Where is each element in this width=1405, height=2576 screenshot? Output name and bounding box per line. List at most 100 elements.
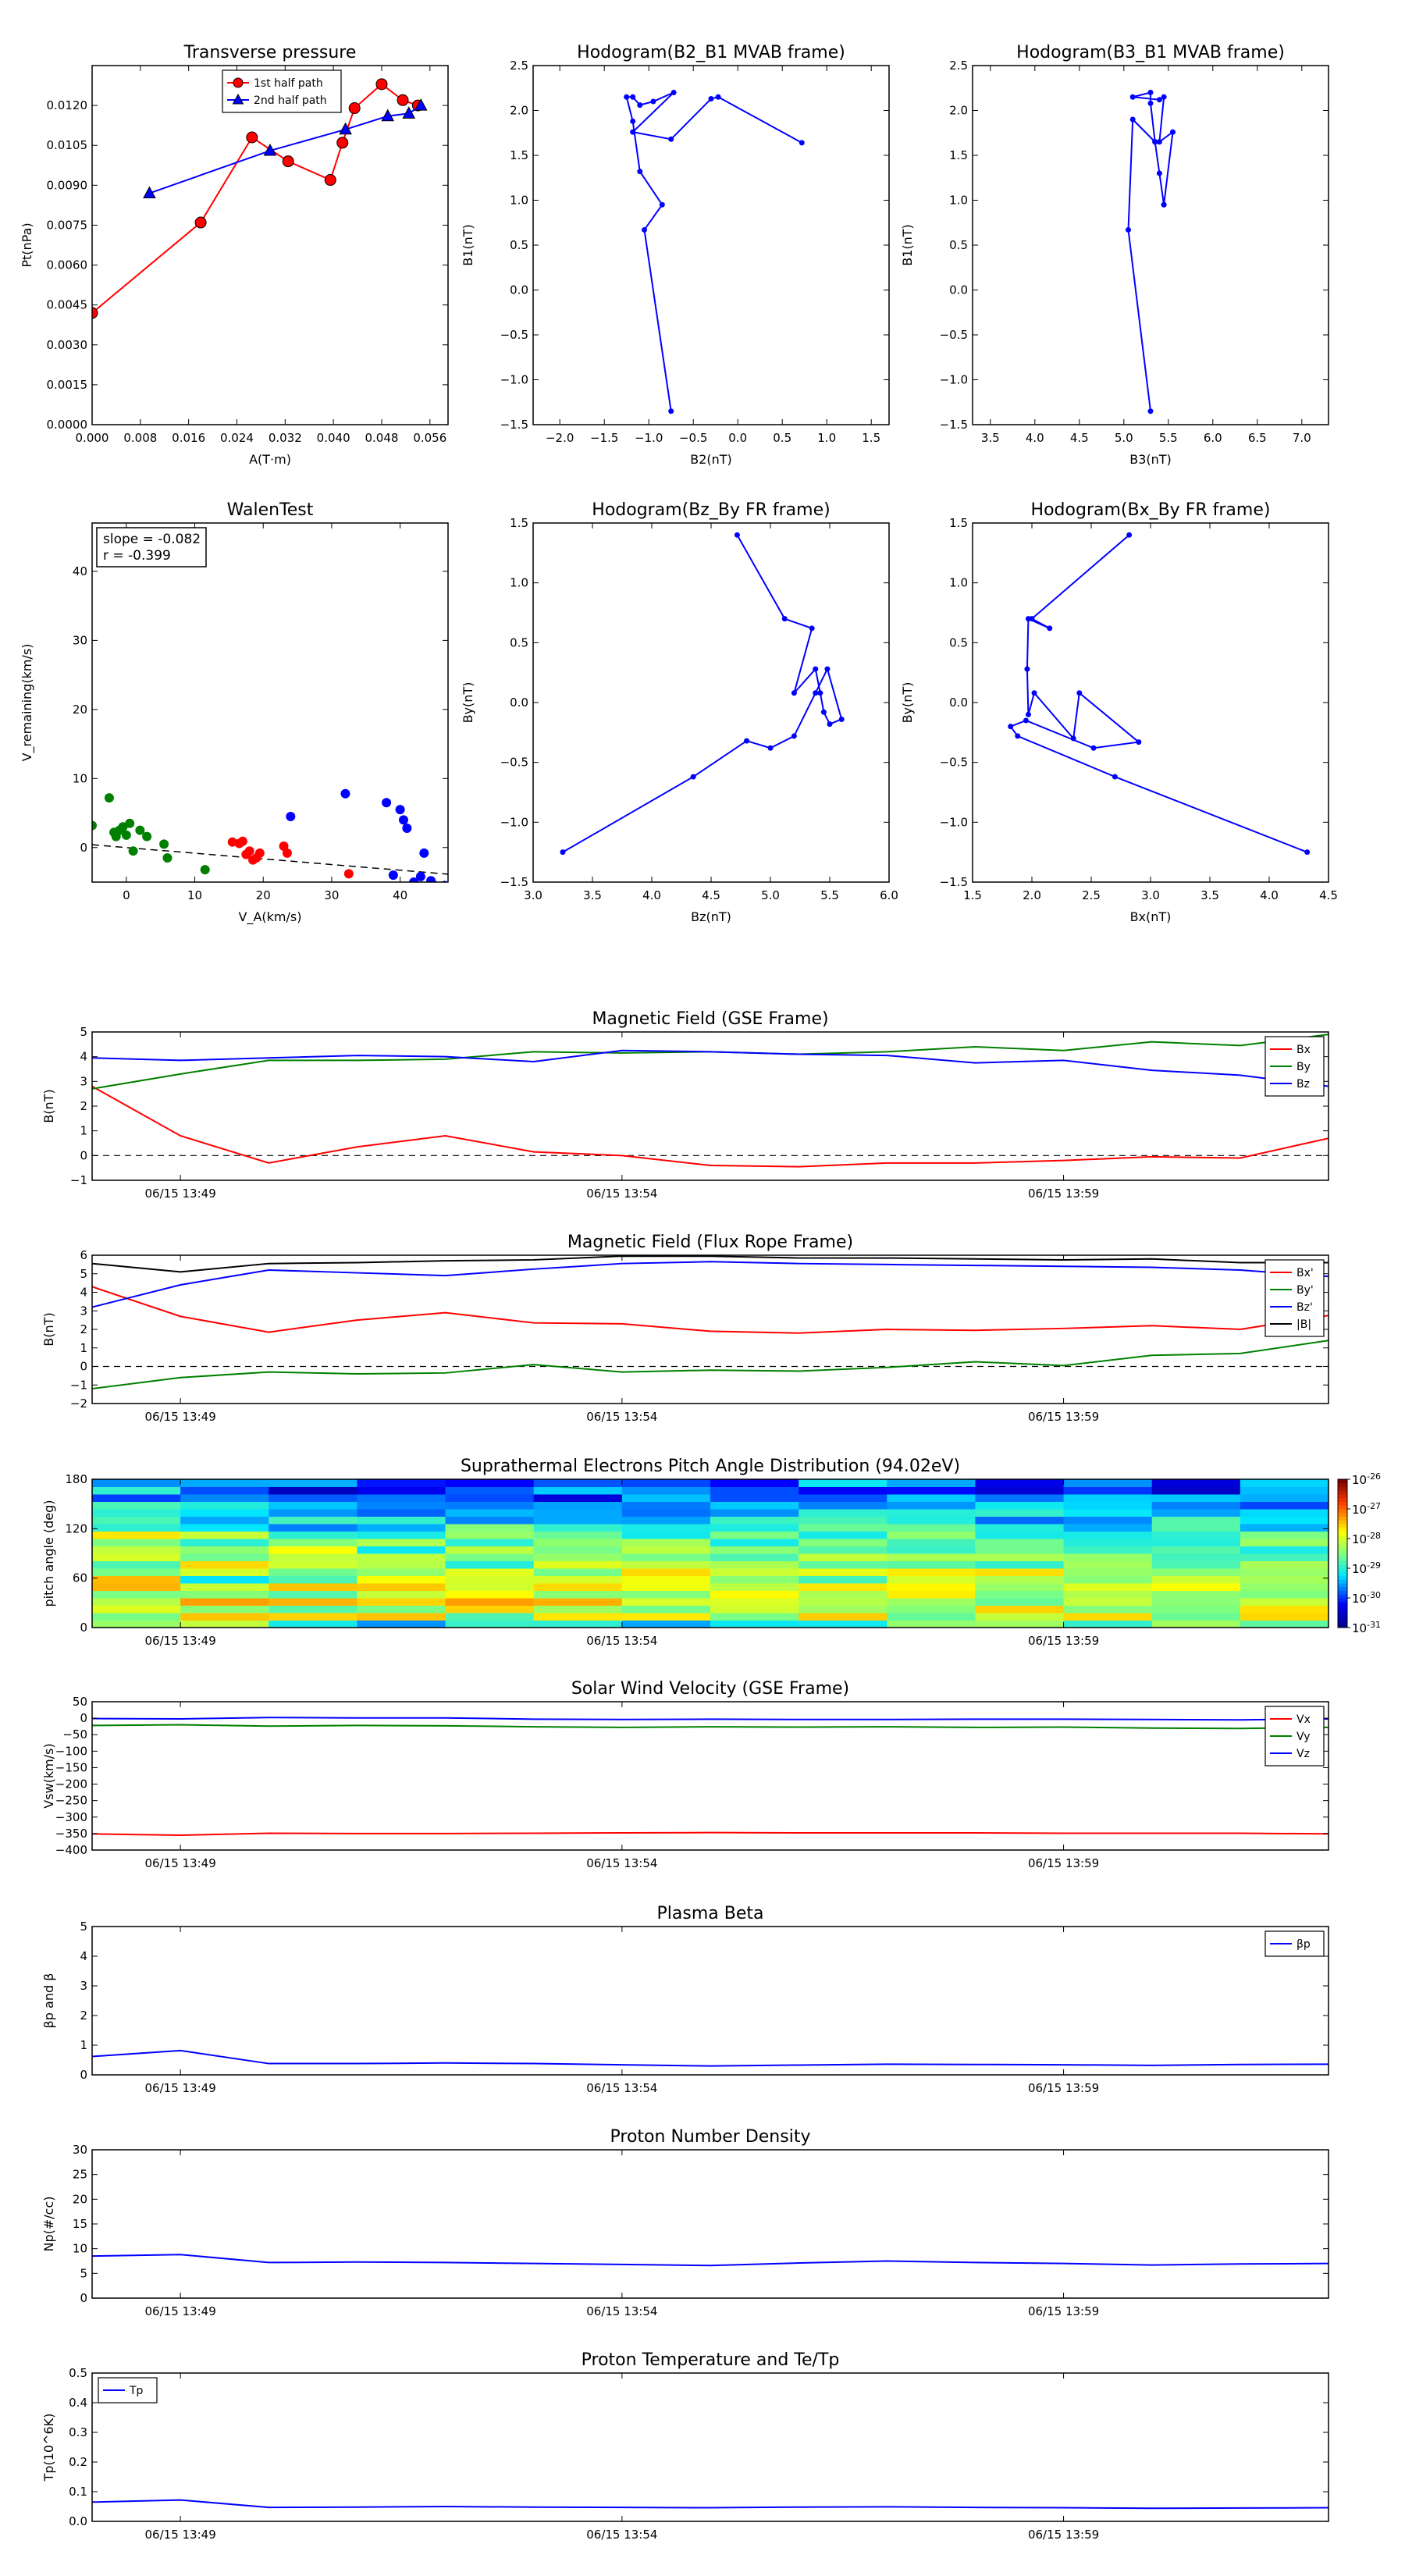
heatmap-cell (357, 1613, 446, 1621)
colorbar-tick-label: 10-28 (1352, 1531, 1381, 1546)
y-tick-label: 3 (80, 1979, 87, 1993)
heatmap-cell (975, 1553, 1065, 1561)
chart-hzy: 3.0 3.5 4.0 4.5 5.0 5.5 6.0 −1.5 −1.0 −0.5 0.0 0.5 1… (461, 500, 898, 924)
heatmap-cell (710, 1494, 799, 1502)
heatmap-cell (975, 1613, 1065, 1621)
x-tick-label: 40 (393, 888, 407, 902)
colorbar-segment (1338, 1620, 1347, 1624)
heatmap-cell (92, 1479, 181, 1487)
x-axis-label: B2(nT) (690, 452, 732, 467)
heatmap-cell (1240, 1605, 1329, 1614)
scatter-point (415, 871, 425, 881)
y-tick-label: 50 (73, 1695, 87, 1709)
heatmap-cell (710, 1479, 799, 1487)
data-point (767, 745, 774, 751)
y-tick-label: −1.0 (940, 815, 968, 829)
x-tick-label: 0.032 (269, 431, 302, 445)
heatmap-cell (799, 1524, 887, 1532)
y-axis-label: B1(nT) (900, 224, 915, 266)
data-point (813, 666, 819, 672)
heatmap-cell (180, 1605, 269, 1614)
y-tick-label: 1 (80, 2038, 87, 2052)
data-point (246, 131, 258, 144)
heatmap-cell (975, 1494, 1065, 1502)
heatmap-cell (445, 1531, 535, 1539)
chart-hxy: 1.5 2.0 2.5 3.0 3.5 4.0 4.5 −1.5 −1.0 −0.5 0.0 0.5 1… (900, 500, 1338, 924)
heatmap-cell (92, 1486, 181, 1495)
legend-label: βp (1297, 1938, 1311, 1951)
heatmap-cell (92, 1539, 181, 1546)
x-tick-label: 3.5 (583, 888, 602, 902)
heatmap-cell (357, 1531, 446, 1539)
y-axis-label: Pt(nPa) (20, 222, 34, 267)
y-tick-label: 0.0 (510, 696, 528, 710)
heatmap-cell (621, 1605, 711, 1614)
colorbar-segment (1338, 1531, 1347, 1535)
heatmap-cell (799, 1605, 887, 1614)
heatmap-cell (1063, 1590, 1153, 1599)
heatmap-cell (799, 1546, 887, 1554)
heatmap-cell (621, 1560, 711, 1569)
heatmap-cell (1063, 1531, 1153, 1539)
x-tick-label: 30 (324, 888, 339, 902)
colorbar-segment (1338, 1535, 1347, 1539)
series-Bx- (92, 1286, 1329, 1334)
heatmap-cell (621, 1516, 711, 1525)
heatmap-cell (92, 1509, 181, 1517)
heatmap-cell (1151, 1575, 1241, 1584)
data-point (1304, 849, 1311, 856)
y-tick-label: 0 (80, 1148, 87, 1162)
y-axis-label: pitch angle (deg) (41, 1500, 56, 1606)
heatmap-cell (1063, 1509, 1153, 1517)
chart-mag_fr: 06/15 13:49 06/15 13:54 06/15 13:59 −2 −1 0 1 2… (41, 1233, 1329, 1424)
y-tick-label: −400 (55, 1843, 87, 1857)
series-line (149, 105, 422, 194)
data-point (1025, 711, 1031, 717)
heatmap-cell (533, 1486, 623, 1495)
heatmap-cell (621, 1590, 711, 1599)
heatmap-cell (1240, 1613, 1329, 1621)
colorbar-segment (1338, 1501, 1347, 1506)
x-tick-label: −1.0 (635, 431, 663, 445)
heatmap-cell (357, 1494, 446, 1502)
heatmap-cell (92, 1613, 181, 1621)
y-tick-label: 4 (80, 1050, 87, 1064)
series-0 (92, 793, 210, 875)
data-point (668, 408, 674, 415)
colorbar-segment (1338, 1479, 1347, 1484)
data-point (1024, 666, 1030, 672)
plot-frame (972, 522, 1329, 883)
x-tick-label: 4.5 (702, 888, 720, 902)
data-point (824, 666, 831, 672)
series-Vy (92, 1724, 1329, 1730)
heatmap-cell (533, 1501, 623, 1510)
series-line (92, 1049, 1329, 1087)
heatmap-cell (975, 1568, 1065, 1576)
x-tick-label: 0.040 (317, 431, 350, 445)
heatmap-cell (621, 1575, 711, 1584)
colorbar-segment (1338, 1579, 1347, 1584)
x-tick-label: 06/15 13:49 (145, 2304, 216, 2318)
heatmap-cell (533, 1583, 623, 1591)
heatmap-cell (1063, 1546, 1153, 1554)
heatmap-cell (1240, 1516, 1329, 1525)
y-tick-label: 40 (73, 564, 87, 578)
heatmap-cell (1240, 1553, 1329, 1561)
heatmap-cell (975, 1546, 1065, 1554)
heatmap-cell (975, 1539, 1065, 1546)
heatmap-cell (1063, 1486, 1153, 1495)
y-tick-label: 5 (80, 1025, 87, 1039)
y-tick-label: 0.0120 (47, 98, 88, 112)
plot-frame (91, 1701, 1329, 1851)
data-point (1147, 90, 1154, 95)
heatmap-cell (357, 1583, 446, 1591)
series-line (1009, 534, 1308, 853)
heatmap-cell (180, 1501, 269, 1510)
x-tick-label: 06/15 13:59 (1028, 1410, 1099, 1424)
heatmap-cell (887, 1583, 976, 1591)
heatmap-cell (533, 1546, 623, 1554)
y-tick-label: 1.0 (949, 576, 968, 590)
heatmap-cell (357, 1620, 446, 1628)
y-tick-label: 1 (80, 1124, 87, 1138)
heatmap-cell (180, 1516, 269, 1525)
